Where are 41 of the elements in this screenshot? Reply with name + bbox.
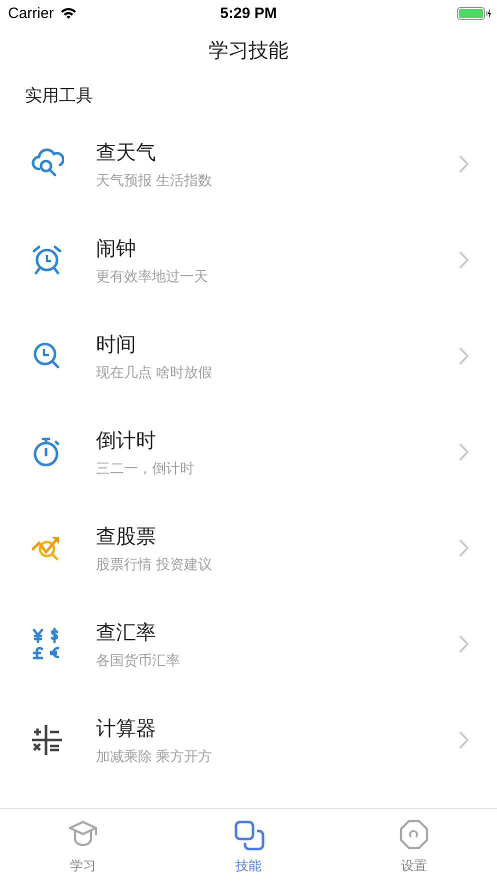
tab-item[interactable]: 学习 — [0, 809, 166, 883]
item-title: 查天气 — [96, 140, 157, 166]
item-subtitle: 股票行情 投资建议 — [96, 556, 213, 574]
list-row[interactable]: 倒计时 三二一，倒计时 — [0, 404, 497, 500]
chevron-icon — [459, 635, 469, 653]
section-header: 实用工具 — [25, 84, 93, 106]
item-title: 查股票 — [96, 524, 157, 550]
alarm-clock-icon — [30, 243, 64, 277]
item-subtitle: 加减乘除 乘方开方 — [96, 748, 213, 766]
chevron-icon — [459, 251, 469, 269]
battery-icon — [457, 6, 491, 20]
tab-item[interactable]: 设置 — [331, 809, 497, 883]
clock-time: 5:29 PM — [220, 4, 277, 22]
chevron-icon — [459, 155, 469, 173]
list-row[interactable]: 查股票 股票行情 投资建议 — [0, 500, 497, 596]
chevron-icon — [459, 347, 469, 365]
item-title: 查汇率 — [96, 620, 157, 646]
list-row[interactable]: 计算器 加减乘除 乘方开方 — [0, 692, 497, 788]
carrier-label: Carrier — [8, 4, 54, 22]
list-row[interactable]: 闹钟 更有效率地过一天 — [0, 212, 497, 308]
item-title: 倒计时 — [96, 428, 157, 454]
wifi-icon — [60, 7, 77, 19]
overlapping-squares-icon — [232, 819, 264, 851]
list-row[interactable]: 时间 现在几点 啥时放假 — [0, 308, 497, 404]
page-title: 学习技能 — [208, 38, 288, 64]
octagon-settings-icon — [398, 819, 430, 851]
chevron-icon — [459, 731, 469, 749]
item-subtitle: 三二一，倒计时 — [96, 460, 195, 478]
calculator-symbols-icon — [30, 723, 64, 757]
item-subtitle: 天气预报 生活指数 — [96, 172, 213, 190]
tab-item[interactable]: 技能 — [166, 809, 332, 883]
list-row[interactable]: 查天气 天气预报 生活指数 — [0, 116, 497, 212]
item-title: 计算器 — [96, 716, 157, 742]
item-title: 闹钟 — [96, 236, 137, 262]
chevron-icon — [459, 443, 469, 461]
item-title: 时间 — [96, 332, 137, 358]
chevron-icon — [459, 539, 469, 557]
item-subtitle: 各国货币汇率 — [96, 652, 181, 670]
item-subtitle: 现在几点 啥时放假 — [96, 364, 213, 382]
item-subtitle: 更有效率地过一天 — [96, 268, 209, 286]
list-row[interactable]: 查汇率 各国货币汇率 — [0, 596, 497, 692]
